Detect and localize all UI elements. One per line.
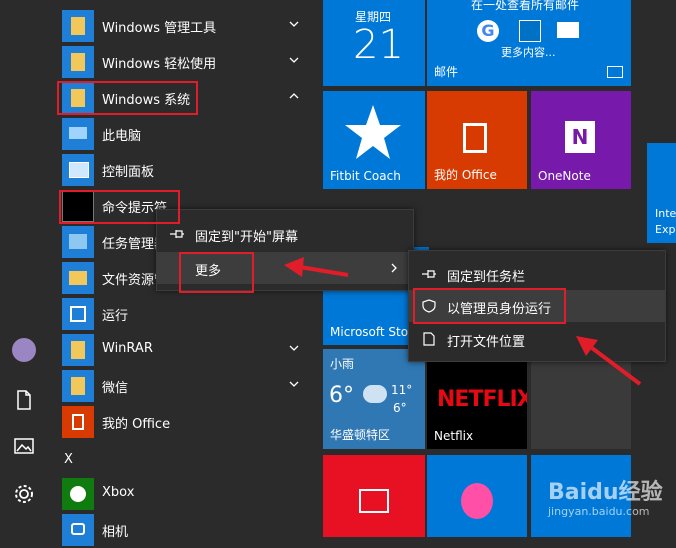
user-avatar[interactable]	[12, 338, 36, 362]
tile-label: Microsoft Store	[330, 325, 421, 339]
tile-label: OneNote	[538, 169, 591, 183]
file-icon	[423, 332, 435, 346]
this-pc-icon	[62, 118, 94, 150]
camera-icon	[62, 514, 94, 546]
pictures-icon[interactable]	[12, 434, 36, 458]
app-label: Xbox	[102, 485, 135, 500]
app-label: 我的 Office	[102, 417, 171, 432]
tile-label: 邮件	[434, 65, 459, 79]
chevron-right-icon	[391, 263, 397, 273]
annotation-box-cmd	[59, 190, 180, 224]
pin-icon	[422, 270, 436, 278]
tile-onenote[interactable]: N OneNote	[531, 91, 631, 189]
mail-icon	[607, 66, 623, 78]
menu-pin-to-start[interactable]: 固定到"开始"屏幕	[157, 218, 413, 250]
settings-gear-icon[interactable]	[12, 482, 36, 506]
calendar-date: 21	[353, 22, 404, 68]
app-control-panel[interactable]: 控制面板	[62, 152, 312, 188]
watermark-url: jingyan.baidu.com	[548, 505, 650, 518]
tile-internet-explorer[interactable]: Inte Exp	[647, 143, 676, 243]
tile-label-line2: Exp	[655, 223, 676, 236]
mail-envelope-icon	[557, 22, 579, 38]
menu-pin-to-taskbar[interactable]: 固定到任务栏	[409, 258, 665, 290]
app-label: 相机	[102, 525, 129, 540]
app-label: 运行	[102, 309, 129, 324]
tile-label: 华盛顿特区	[330, 428, 391, 442]
chevron-down-icon	[289, 57, 299, 63]
annotation-arrow-run-admin	[576, 336, 642, 386]
app-windows-admin-tools[interactable]: Windows 管理工具	[62, 8, 312, 44]
app-windows-ease-of-access[interactable]: Windows 轻松使用	[62, 44, 312, 80]
annotation-box-more	[179, 252, 254, 293]
watermark-brand: Baidu经验	[548, 480, 663, 505]
tile-calendar[interactable]: 星期四 21	[323, 0, 425, 86]
chevron-down-icon	[289, 21, 299, 27]
tile-label: Fitbit Coach	[330, 169, 401, 183]
app-wechat[interactable]: 微信	[62, 368, 312, 404]
weather-city: 小雨	[330, 357, 355, 371]
mail-more-text: 更多内容...	[501, 46, 556, 59]
document-icon[interactable]	[12, 388, 36, 412]
pin-icon	[170, 230, 184, 238]
menu-label: 打开文件位置	[447, 335, 526, 350]
folder-icon	[62, 334, 94, 366]
tile-label: Netflix	[434, 429, 474, 443]
menu-label: 固定到"开始"屏幕	[195, 230, 298, 245]
netflix-logo: NETFLIX	[437, 387, 527, 412]
office-icon	[62, 406, 94, 438]
app-winrar[interactable]: WinRAR	[62, 332, 312, 368]
folder-icon	[62, 10, 94, 42]
annotation-box-run-admin	[413, 288, 566, 324]
start-rail	[0, 0, 48, 537]
app-label: WinRAR	[102, 341, 153, 356]
folder-icon	[62, 46, 94, 78]
app-camera[interactable]: 相机	[62, 512, 312, 548]
section-letter-x[interactable]: X	[64, 452, 73, 467]
app-label: Windows 轻松使用	[102, 57, 217, 72]
onenote-logo-icon: N	[565, 121, 595, 153]
tile-mail[interactable]: 在一处查看所有邮件 G 更多内容... 邮件	[427, 0, 631, 86]
task-manager-icon	[62, 226, 94, 258]
run-icon	[62, 298, 94, 330]
cloud-rain-icon	[363, 385, 387, 403]
weather-low: 6°	[393, 401, 407, 415]
annotation-box-windows-system	[57, 81, 198, 115]
weather-temp: 6°	[329, 383, 354, 408]
file-explorer-icon	[62, 262, 94, 294]
star-icon	[345, 105, 401, 159]
tile-fitbit[interactable]: Fitbit Coach	[323, 91, 425, 189]
chevron-down-icon	[289, 381, 299, 387]
weather-high: 11°	[391, 383, 413, 397]
app-this-pc[interactable]: 此电脑	[62, 116, 312, 152]
app-run[interactable]: 运行	[62, 296, 312, 332]
mail-top-text: 在一处查看所有邮件	[471, 0, 580, 12]
tile-label-line1: Inte	[655, 207, 676, 220]
control-panel-icon	[62, 154, 94, 186]
tile-paint3d[interactable]	[427, 455, 527, 537]
menu-label: 固定到任务栏	[447, 270, 526, 285]
xbox-icon	[62, 478, 94, 510]
app-xbox[interactable]: Xbox	[62, 476, 312, 512]
tile-weather[interactable]: 小雨 6° 11° 6° 华盛顿特区	[323, 349, 425, 449]
outlook-icon	[519, 20, 541, 42]
tile-my-office[interactable]: 我的 Office	[427, 91, 527, 189]
office-logo-icon	[463, 123, 487, 153]
google-icon: G	[477, 20, 499, 42]
news-icon	[359, 489, 389, 513]
tile-label: 我的 Office	[434, 168, 497, 182]
tile-netflix[interactable]: NETFLIX Netflix	[427, 349, 527, 449]
annotation-arrow-more	[284, 257, 349, 277]
paint-drop-icon	[461, 483, 493, 519]
app-my-office[interactable]: 我的 Office	[62, 404, 312, 440]
tile-news[interactable]	[323, 455, 425, 537]
folder-icon	[62, 370, 94, 402]
app-label: 控制面板	[102, 165, 155, 180]
app-label: 微信	[102, 381, 129, 396]
app-label: 此电脑	[102, 129, 142, 144]
app-label: Windows 管理工具	[102, 21, 217, 36]
chevron-up-icon	[289, 93, 299, 99]
chevron-down-icon	[289, 345, 299, 351]
